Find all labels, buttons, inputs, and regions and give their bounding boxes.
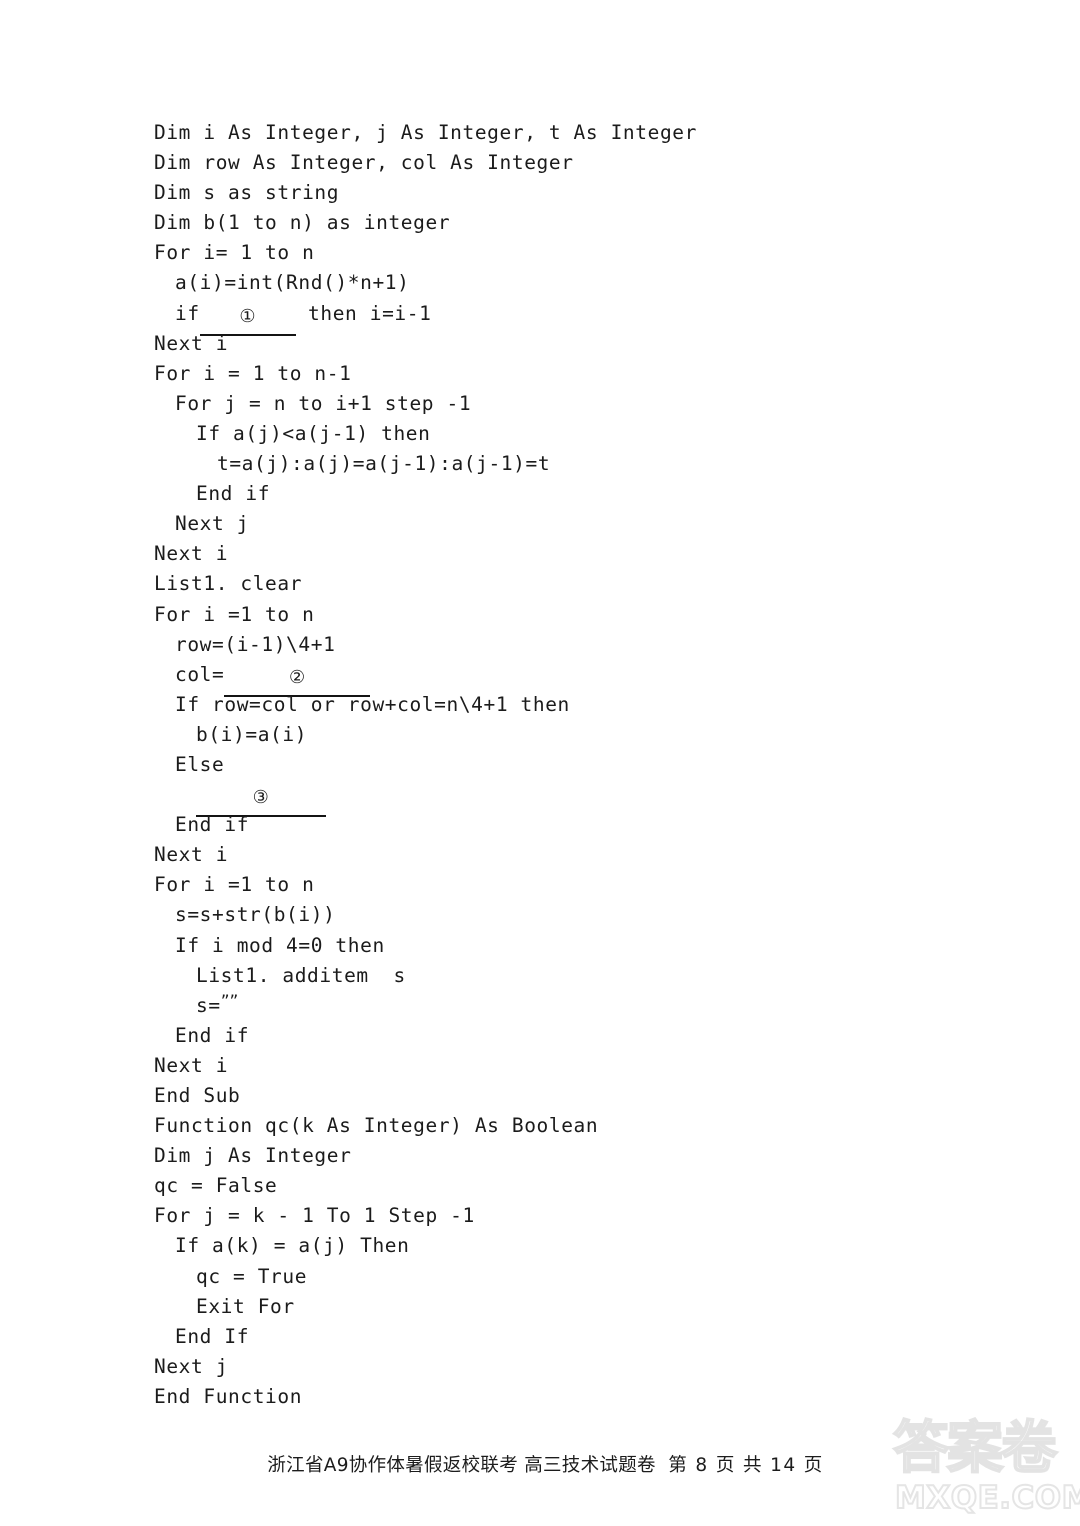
- code-line: Next i: [154, 1051, 914, 1081]
- code-line: If a(k) = a(j) Then: [154, 1231, 914, 1261]
- code-text: Dim row As Integer, col As Integer: [154, 151, 574, 175]
- code-listing: Dim i As Integer, j As Integer, t As Int…: [154, 118, 914, 1412]
- code-text: List1. clear: [154, 572, 303, 596]
- code-line: End if: [154, 479, 914, 509]
- code-line: End Sub: [154, 1081, 914, 1111]
- code-text: For i= 1 to n: [154, 241, 315, 265]
- watermark: 答案卷 MXQE.COM: [892, 1416, 1080, 1522]
- code-line: Dim s as string: [154, 178, 914, 208]
- code-text: End Function: [154, 1384, 303, 1408]
- code-text: Next j: [175, 512, 250, 536]
- code-line: a(i)=int(Rnd()*n+1): [154, 268, 914, 298]
- code-line: if ① then i=i-1: [154, 299, 914, 336]
- code-text: For i =1 to n: [154, 602, 315, 626]
- code-text: qc = True: [196, 1264, 308, 1288]
- code-text: a(i)=int(Rnd()*n+1): [175, 271, 410, 295]
- code-line: List1. additem s: [154, 961, 914, 991]
- code-line: If i mod 4=0 then: [154, 931, 914, 961]
- code-text: End if: [196, 482, 271, 506]
- footer-gap: [656, 1455, 668, 1476]
- code-text: If a(k) = a(j) Then: [175, 1234, 410, 1258]
- blank-number-marker: ②: [289, 666, 306, 688]
- code-line: Dim i As Integer, j As Integer, t As Int…: [154, 118, 914, 148]
- code-line: For i =1 to n: [154, 600, 914, 630]
- code-text: Dim b(1 to n) as integer: [154, 211, 451, 235]
- code-text: If row=col or row+col=n\4+1 then: [175, 692, 570, 716]
- code-text: For i =1 to n: [154, 873, 315, 897]
- code-line: Else: [154, 750, 914, 780]
- code-text: t=a(j):a(j)=a(j-1):a(j-1)=t: [217, 452, 551, 476]
- code-text: Next i: [154, 331, 229, 355]
- empty-string-quotes: ””: [220, 991, 239, 1012]
- code-text: Else: [175, 752, 225, 776]
- code-text: s=: [196, 993, 221, 1017]
- footer-paper-name: 高三技术试题卷: [524, 1455, 656, 1476]
- code-text: Dim s as string: [154, 181, 340, 205]
- code-text: End Sub: [154, 1084, 241, 1107]
- code-line: Function qc(k As Integer) As Boolean: [154, 1111, 914, 1141]
- code-line: End if: [154, 810, 914, 840]
- code-text: b(i)=a(i): [196, 722, 308, 746]
- code-text: Dim i As Integer, j As Integer, t As Int…: [154, 121, 697, 144]
- code-line: qc = True: [154, 1262, 914, 1292]
- code-line: ③: [154, 780, 914, 818]
- code-line: col= ②: [154, 660, 914, 697]
- code-text: Next j: [154, 1354, 229, 1378]
- page-footer: 浙江省A9协作体暑假返校联考 高三技术试题卷 第 8 页 共 14 页: [255, 1430, 824, 1477]
- code-line: Dim row As Integer, col As Integer: [154, 148, 914, 178]
- code-line: Next j: [154, 1352, 914, 1382]
- blank-number-marker: ①: [239, 305, 257, 327]
- code-line: Next i: [154, 840, 914, 870]
- code-line: Next i: [154, 539, 914, 569]
- code-line: End Function: [154, 1382, 914, 1412]
- code-text: qc = False: [154, 1174, 278, 1198]
- code-line: qc = False: [154, 1171, 914, 1201]
- code-line: List1. clear: [154, 569, 914, 599]
- code-text: if: [175, 301, 200, 325]
- code-text: row=(i-1)\4+1: [175, 632, 336, 656]
- code-text: Exit For: [196, 1294, 295, 1318]
- code-line: Dim b(1 to n) as integer: [154, 208, 914, 238]
- blank-number-marker: ③: [252, 787, 270, 809]
- code-line: Next j: [154, 509, 914, 539]
- code-line: t=a(j):a(j)=a(j-1):a(j-1)=t: [154, 449, 914, 479]
- code-line: Dim j As Integer: [154, 1141, 914, 1171]
- code-line: If a(j)<a(j-1) then: [154, 419, 914, 449]
- code-text: If i mod 4=0 then: [175, 933, 385, 957]
- footer-exam-title: 浙江省A9协作体暑假返校联考: [267, 1455, 519, 1476]
- code-line: row=(i-1)\4+1: [154, 630, 914, 660]
- code-text: Next i: [154, 843, 229, 867]
- code-text: Function qc(k As Integer) As Boolean: [154, 1114, 599, 1138]
- code-text: End If: [175, 1324, 250, 1348]
- code-text: For i = 1 to n-1: [154, 361, 352, 385]
- code-text-trailing: then i=i-1: [295, 301, 432, 325]
- code-line: For i =1 to n: [154, 870, 914, 900]
- code-line: Next i: [154, 329, 914, 359]
- code-text: Next i: [154, 1053, 229, 1077]
- code-line: For j = n to i+1 step -1: [154, 389, 914, 419]
- footer-page-info: 第 8 页 共 14 页: [668, 1455, 824, 1476]
- code-text: col=: [175, 662, 225, 686]
- code-line: For i = 1 to n-1: [154, 359, 914, 389]
- code-text: Dim j As Integer: [154, 1144, 352, 1168]
- code-text: If a(j)<a(j-1) then: [196, 421, 431, 445]
- watermark-domain-text: MXQE.COM: [894, 1479, 1080, 1517]
- code-line: b(i)=a(i): [154, 720, 914, 750]
- code-line: For i= 1 to n: [154, 238, 914, 268]
- code-text: List1. additem s: [196, 963, 406, 987]
- code-text: For j = n to i+1 step -1: [175, 391, 472, 415]
- code-line: s=””: [154, 991, 914, 1021]
- code-text: s=s+str(b(i)): [175, 903, 336, 927]
- watermark-chinese-text: 答案卷: [892, 1416, 1058, 1481]
- code-text: For j = k - 1 To 1 Step -1: [154, 1204, 475, 1228]
- code-line: If row=col or row+col=n\4+1 then: [154, 690, 914, 720]
- code-line: End If: [154, 1322, 914, 1352]
- code-line: s=s+str(b(i)): [154, 900, 914, 930]
- code-text: End if: [175, 1023, 250, 1047]
- code-text: Next i: [154, 542, 229, 566]
- code-line: Exit For: [154, 1292, 914, 1322]
- code-line: For j = k - 1 To 1 Step -1: [154, 1201, 914, 1231]
- code-text: End if: [175, 813, 250, 837]
- code-line: End if: [154, 1021, 914, 1051]
